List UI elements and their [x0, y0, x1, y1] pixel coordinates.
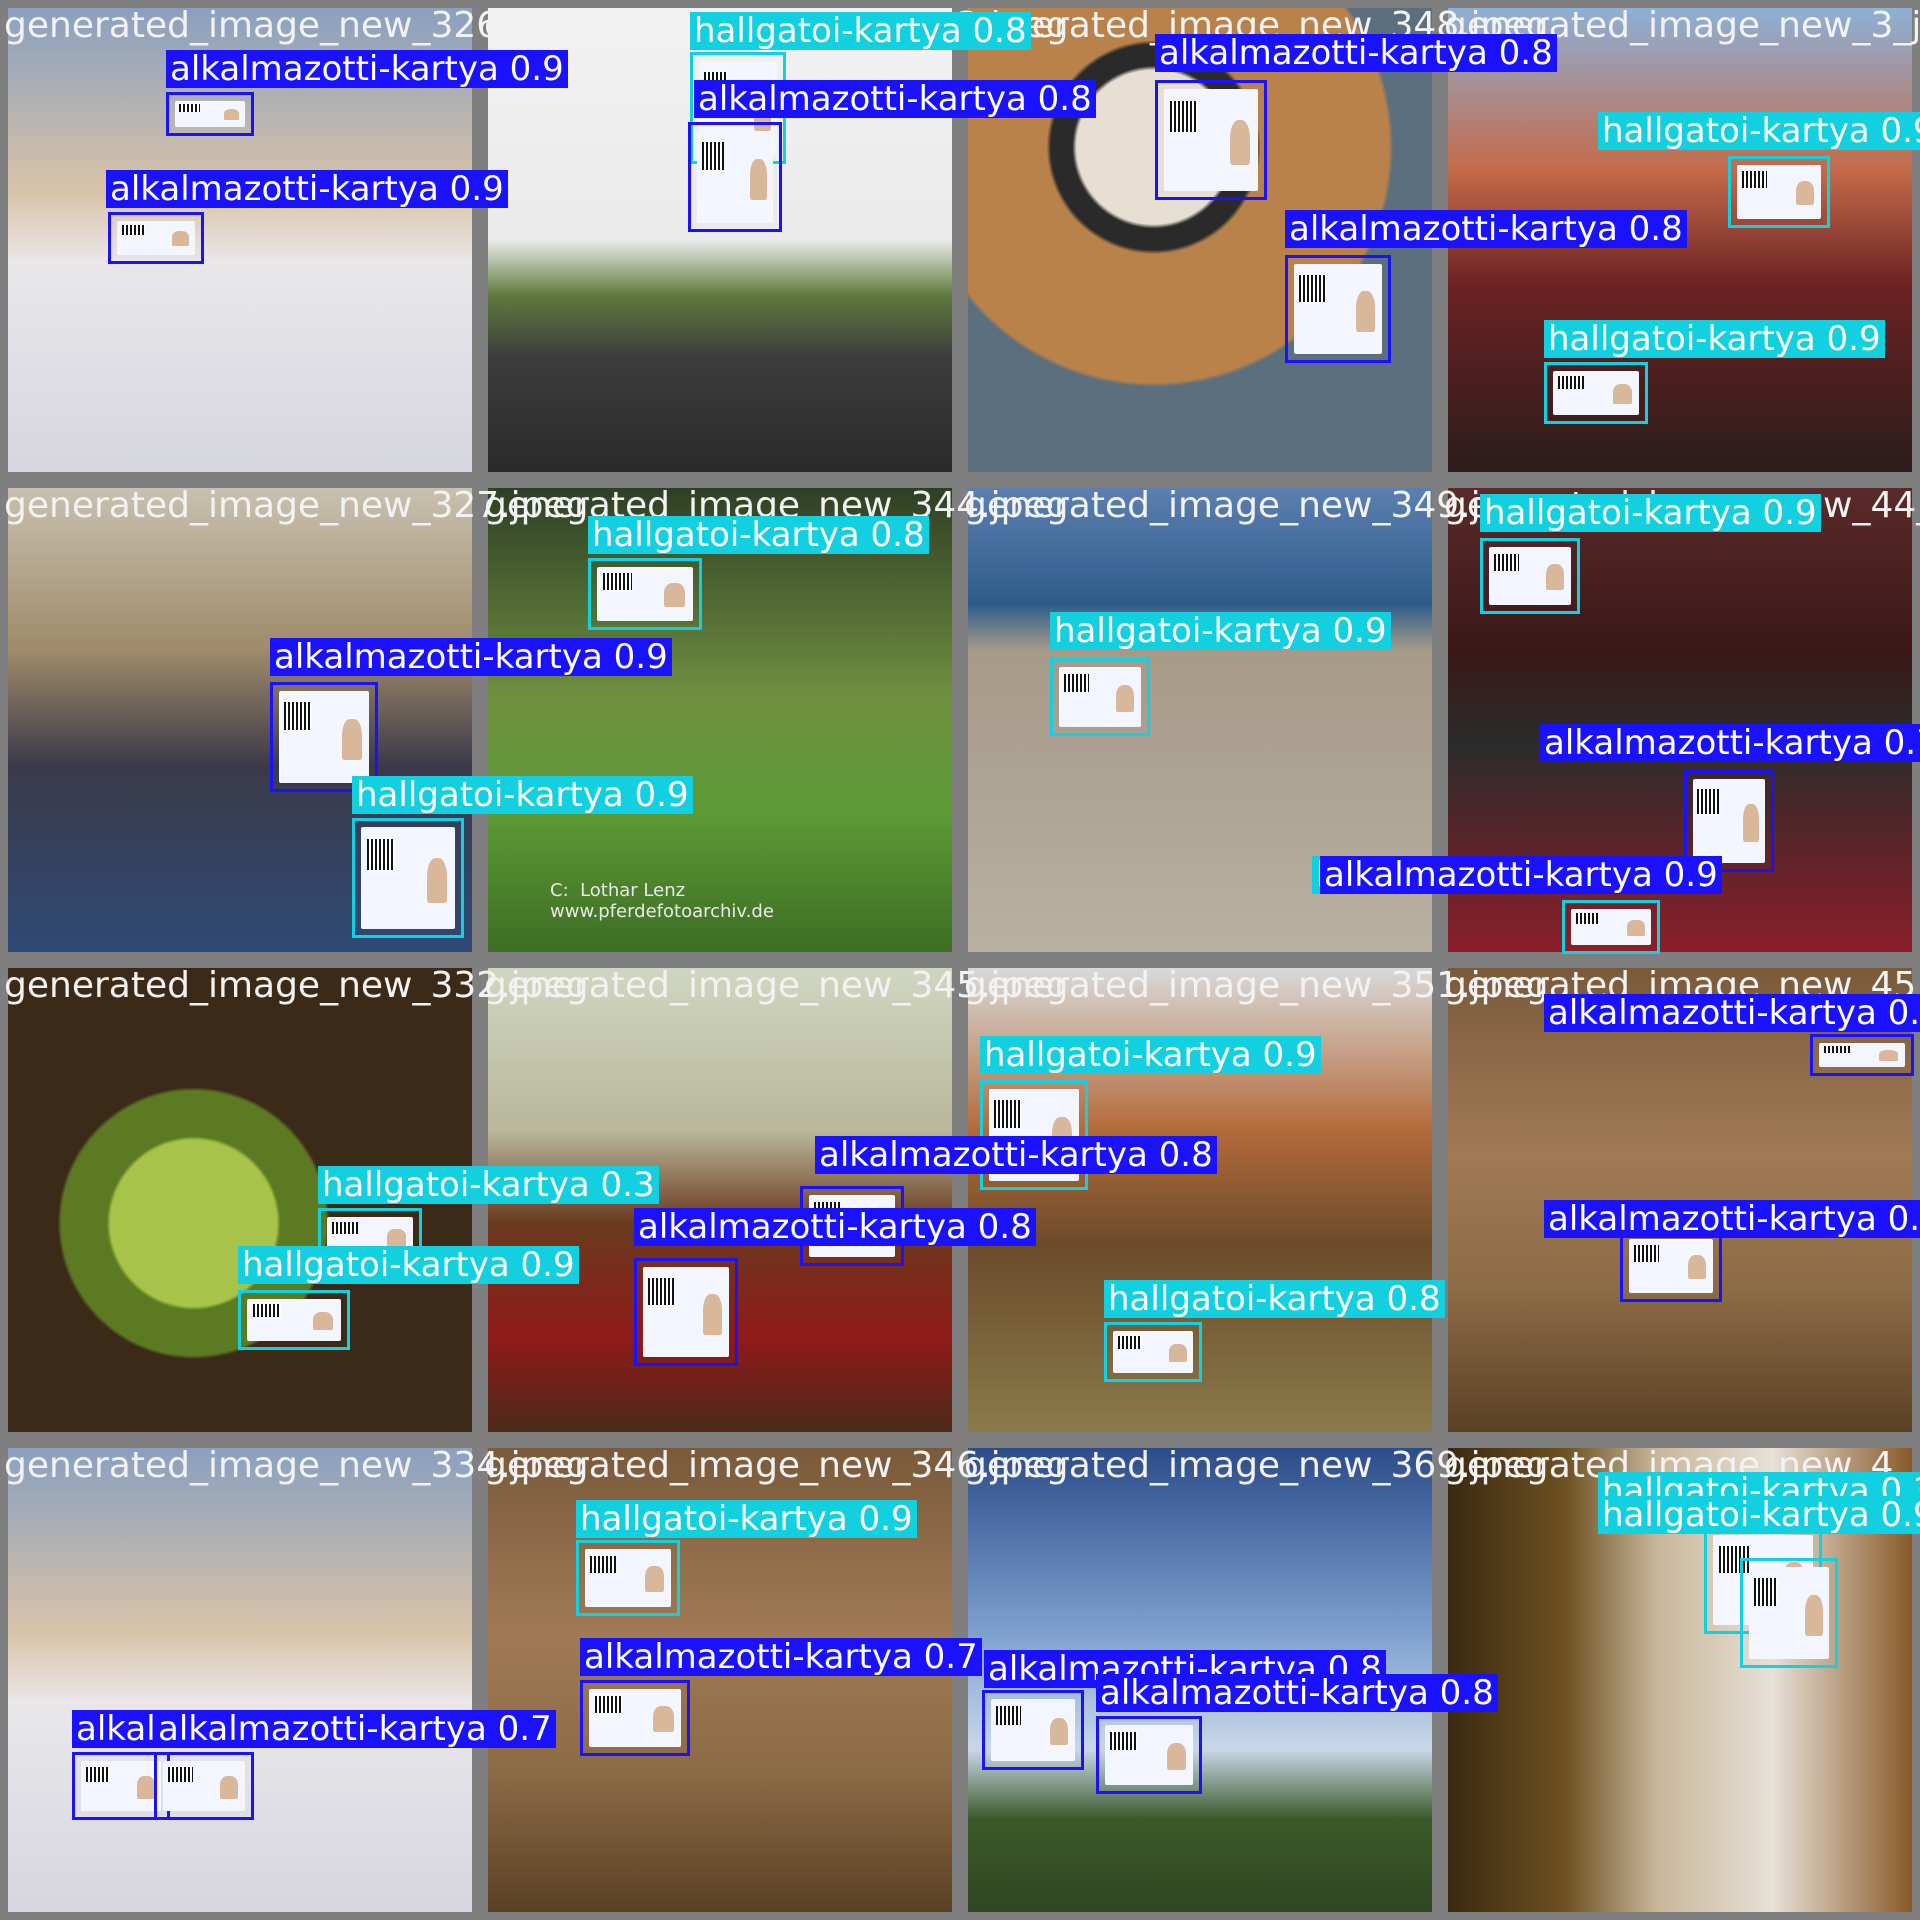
detection-label: hallgatoi-kartya 0.8 — [690, 12, 1031, 50]
mosaic-tile: C: Lothar Lenz www.pferdefotoarchiv.de ge… — [480, 480, 1069, 960]
detection-label: alkalmazotti-kartya 0.7 — [580, 1638, 982, 1676]
mosaic-tile: generated_image_new_45_ alkalmazotti-kart… — [1440, 960, 1920, 1440]
detection-label: hallgatoi-kartya 0.3 — [318, 1166, 659, 1204]
detection-box — [154, 1752, 254, 1820]
detection-label: hallgatoi-kartya 0.8 — [1104, 1280, 1445, 1318]
detection-box — [1480, 538, 1580, 614]
id-card-image — [643, 1267, 729, 1357]
detection-label: alkalmazotti-kartya 0.7 — [154, 1710, 556, 1748]
detection-box — [1620, 1230, 1722, 1302]
detection-label: hallgatoi-kartya 0.9 — [1050, 612, 1391, 650]
detection-box — [1544, 362, 1648, 424]
mosaic-tile: generated_image_new_326.jpeg alkalmazotti… — [0, 0, 589, 480]
id-card-image — [1553, 371, 1639, 415]
detection-box — [1104, 1322, 1202, 1382]
detection-label: hallgatoi-kartya 0.9 — [1544, 320, 1885, 358]
id-card-image — [697, 131, 773, 223]
id-card-image — [279, 691, 369, 783]
detection-label: alkalmazotti-kartya 0.8 — [634, 1208, 1036, 1246]
detection-label: hallgatoi-kartya 0.9 — [238, 1246, 579, 1284]
mosaic-tile: generated_image_new_351.jpeg hallgatoi-ka… — [960, 960, 1549, 1440]
id-card-image — [1819, 1043, 1905, 1067]
detection-label: hallgatoi-kartya 0.9 — [576, 1500, 917, 1538]
detection-label: alkalmazotti-kartya 0.8 — [1155, 34, 1557, 72]
detection-box — [588, 558, 702, 630]
mosaic-tile: generated_image_new_369.jpeg alkalmazotti… — [960, 1440, 1549, 1920]
detection-label: hallgatoi-kartya 0.9 — [1598, 1496, 1920, 1534]
id-card-image — [1737, 165, 1821, 219]
detection-box — [108, 212, 204, 264]
detection-box — [982, 1690, 1084, 1770]
detection-label: alkalmazotti-kartya 0.9 — [166, 50, 568, 88]
id-card-image — [1059, 667, 1141, 727]
id-card-image — [163, 1761, 245, 1811]
id-card-image — [1629, 1239, 1713, 1293]
detection-box — [1155, 80, 1267, 200]
tile-photo — [8, 1448, 472, 1912]
detection-label: alkalmazotti-kartya 0.9 — [106, 170, 508, 208]
mosaic-tile: generated_image_new_334.jpeg alkalmazotti… — [0, 1440, 589, 1920]
detection-label: alkalmazotti-kartya 0.7 — [1540, 724, 1920, 762]
detection-label: alkalmazotti-kartya 0.8 — [1544, 994, 1920, 1032]
mosaic-tile: generated_image_new_332.jpeg hallgatoi-ka… — [0, 960, 659, 1440]
detection-label: hallgatoi-kartya 0.9 — [1480, 494, 1821, 532]
id-card-image — [175, 101, 245, 127]
detection-box — [238, 1290, 350, 1350]
mosaic-tile: generated_image_new_44_hallgatoi-kartya … — [1312, 480, 1920, 960]
detection-box — [576, 1540, 680, 1616]
detection-label: hallgatoi-kartya 0.8 — [588, 516, 929, 554]
detection-box — [352, 818, 464, 938]
id-card-image — [1693, 779, 1765, 863]
mosaic-tile: generated_image_new_346.jpeg hallgatoi-ka… — [480, 1440, 1069, 1920]
detection-box — [1740, 1558, 1838, 1668]
detection-box — [1562, 900, 1660, 954]
detection-label: alkalmazotti-kartya 0.8 — [1096, 1674, 1498, 1712]
detection-label: hallgatoi-kartya 0.9 — [352, 776, 693, 814]
detection-label: alkalmazotti-kartya 0.9 — [1320, 856, 1722, 894]
detection-label: alkalmazotti-kartya 0.8 — [1544, 1200, 1920, 1238]
detection-label: hallgatoi-kartya 0.9 — [1598, 112, 1920, 150]
detection-label: alkalmazotti-kartya 0.9 — [270, 638, 672, 676]
detection-box — [688, 122, 782, 232]
id-card-image — [1749, 1567, 1829, 1659]
photo-watermark-text: C: Lothar Lenz www.pferdefotoarchiv.de — [550, 880, 774, 922]
detection-box — [166, 92, 254, 136]
id-card-image — [585, 1549, 671, 1607]
id-card-image — [597, 567, 693, 621]
detection-label: alkalmazotti-kartya 0.8 — [1285, 210, 1687, 248]
id-card-image — [361, 827, 455, 929]
detection-box — [1728, 156, 1830, 228]
mosaic-tile: generated_image_new_348.jpeg alkalmazotti… — [960, 0, 1687, 480]
detection-label: alkalmazotti-kartya 0.8 — [815, 1136, 1217, 1174]
id-card-image — [1489, 547, 1571, 605]
id-card-image — [81, 1761, 161, 1811]
id-card-image — [991, 1699, 1075, 1761]
id-card-image — [1571, 909, 1651, 945]
detection-box — [634, 1258, 738, 1366]
id-card-image — [589, 1689, 681, 1747]
id-card-image — [1164, 89, 1258, 191]
detection-label: alkalmazotti-kartya 0.8 — [694, 80, 1096, 118]
id-card-image — [1113, 1331, 1193, 1373]
detection-box — [1096, 1716, 1202, 1794]
detection-box — [1050, 658, 1150, 736]
id-card-image — [1105, 1725, 1193, 1785]
mosaic-tile: generated_image_new_4 hallgatoi-kartya 0.… — [1440, 1440, 1920, 1920]
detection-box — [580, 1680, 690, 1756]
detection-label: hallgatoi-kartya 0.9 — [980, 1036, 1321, 1074]
detection-box — [1810, 1034, 1914, 1076]
detection-box — [1285, 255, 1391, 363]
id-card-image — [117, 221, 195, 255]
mosaic-tile: generated_image_new_327.jpeg alkalmazotti… — [0, 480, 693, 960]
id-card-image — [1294, 264, 1382, 354]
detection-mosaic: generated_image_new_326.jpeg alkalmazotti… — [0, 0, 1920, 1920]
id-card-image — [247, 1299, 341, 1341]
